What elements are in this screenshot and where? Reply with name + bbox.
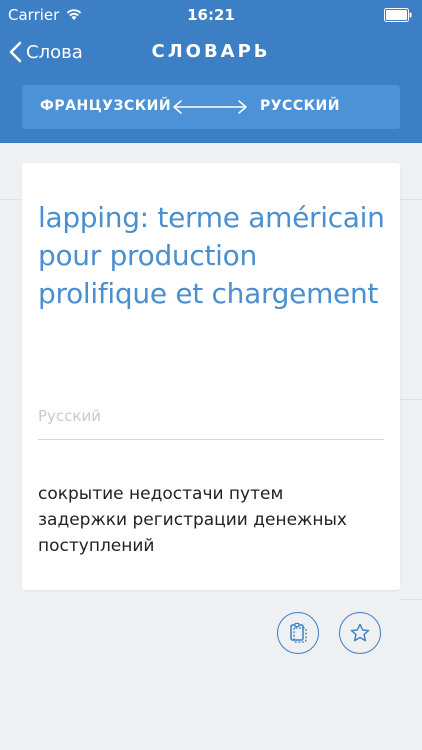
nav-bar: Слова СЛОВАРЬ <box>0 30 422 74</box>
favorite-button[interactable] <box>339 612 381 654</box>
header: Carrier 16:21 Слова СЛОВАРЬ ФРАНЦУЗСКИЙ <box>0 0 422 143</box>
status-time: 16:21 <box>187 6 235 24</box>
star-icon <box>350 623 370 642</box>
status-bar: Carrier 16:21 <box>0 0 422 30</box>
target-language-label: Русский <box>38 407 101 425</box>
entry-card: lapping: terme américain pour production… <box>22 163 400 590</box>
background-divider <box>400 199 422 200</box>
background-divider <box>400 399 422 400</box>
target-language-button[interactable]: РУССКИЙ <box>260 98 340 114</box>
copy-icon <box>290 622 307 643</box>
translation-text: сокрытие недостачи путем задержки регист… <box>38 484 347 556</box>
page-title: СЛОВАРЬ <box>151 41 271 62</box>
source-language-button[interactable]: ФРАНЦУЗСКИЙ <box>40 98 171 114</box>
language-switch[interactable]: ФРАНЦУЗСКИЙ РУССКИЙ <box>22 85 400 129</box>
background-divider <box>400 599 422 600</box>
copy-button[interactable] <box>277 612 319 654</box>
swap-arrows-icon[interactable] <box>172 99 248 115</box>
background-divider <box>0 199 22 200</box>
target-divider <box>38 439 384 440</box>
source-term: lapping: terme américain pour production… <box>38 201 385 310</box>
battery-icon <box>384 8 412 22</box>
